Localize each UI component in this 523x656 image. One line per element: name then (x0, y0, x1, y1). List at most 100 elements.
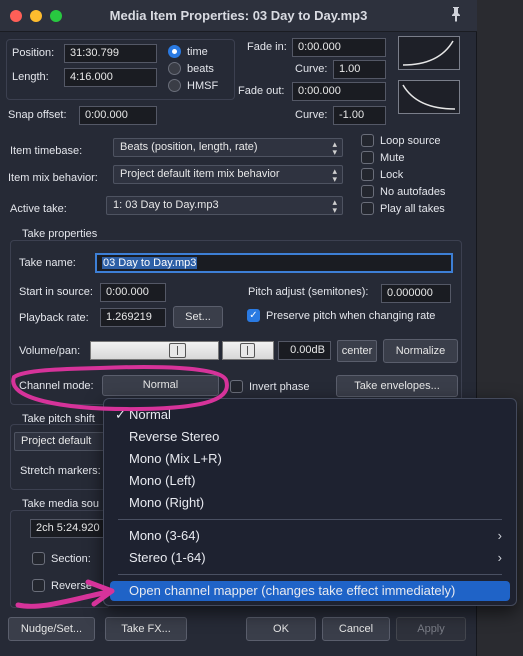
fade-out-curve-label: Curve: (295, 109, 328, 121)
active-take-label: Active take: (10, 203, 67, 215)
updown-arrows-icon: ▴ ▾ (332, 197, 337, 215)
pin-icon[interactable] (449, 6, 463, 26)
media-source-field[interactable]: 2ch 5:24.920 : (30, 519, 105, 538)
loop-source-checkbox[interactable] (361, 134, 374, 147)
menu-item-mono-mix[interactable]: Mono (Mix L+R) (110, 449, 510, 469)
fade-out-shape-button[interactable] (398, 80, 460, 114)
title-bar: Media Item Properties: 03 Day to Day.mp3 (0, 0, 477, 32)
menu-separator (118, 519, 502, 520)
play-all-takes-checkbox[interactable] (361, 202, 374, 215)
item-timebase-label: Item timebase: (10, 145, 83, 157)
item-timebase-value: Beats (position, length, rate) (120, 141, 258, 153)
section-label: Section: (51, 553, 91, 565)
snap-offset-field[interactable]: 0:00.000 (79, 106, 157, 125)
invert-phase-label: Invert phase (249, 381, 310, 393)
ok-button[interactable]: OK (246, 617, 316, 641)
invert-phase-checkbox[interactable] (230, 380, 243, 393)
menu-item-reverse-stereo[interactable]: Reverse Stereo (110, 427, 510, 447)
time-radio-label: time (187, 46, 208, 58)
no-autofades-checkbox[interactable] (361, 185, 374, 198)
cancel-button[interactable]: Cancel (322, 617, 390, 641)
reverse-checkbox[interactable] (32, 579, 45, 592)
volume-pan-label: Volume/pan: (19, 345, 81, 357)
beats-radio[interactable] (168, 62, 181, 75)
menu-item-open-channel-mapper[interactable]: Open channel mapper (changes take effect… (110, 581, 510, 601)
apply-button[interactable]: Apply (396, 617, 466, 641)
menu-item-stereo-1-64[interactable]: Stereo (1-64) › (110, 548, 510, 568)
channel-mode-button[interactable]: Normal (102, 375, 219, 396)
hmsf-radio-label: HMSF (187, 80, 219, 92)
snap-offset-label: Snap offset: (8, 109, 67, 121)
pitch-shift-mode-select[interactable]: Project default (14, 432, 106, 451)
fade-in-field[interactable]: 0:00.000 (292, 38, 386, 57)
volume-db-field[interactable]: 0.00dB (278, 341, 331, 360)
take-name-value: 03 Day to Day.mp3 (102, 257, 198, 269)
volume-slider[interactable] (90, 341, 219, 360)
menu-item-mono-right[interactable]: Mono (Right) (110, 493, 510, 513)
submenu-chevron-icon: › (497, 550, 502, 565)
set-rate-button[interactable]: Set... (173, 306, 223, 328)
preserve-pitch-label: Preserve pitch when changing rate (266, 310, 436, 322)
fade-out-field[interactable]: 0:00.000 (292, 82, 386, 101)
no-autofades-label: No autofades (380, 186, 446, 198)
fade-in-curve-label: Curve: (295, 63, 328, 75)
position-field[interactable]: 31:30.799 (64, 44, 157, 63)
item-mix-behavior-label: Item mix behavior: (8, 172, 98, 184)
fade-in-label: Fade in: (247, 41, 287, 53)
take-name-field[interactable]: 03 Day to Day.mp3 (95, 253, 453, 273)
window-title: Media Item Properties: 03 Day to Day.mp3 (109, 8, 368, 23)
item-mix-behavior-select[interactable]: Project default item mix behavior ▴ ▾ (113, 165, 343, 184)
submenu-chevron-icon: › (497, 528, 502, 543)
take-envelopes-button[interactable]: Take envelopes... (336, 375, 458, 397)
active-take-value: 1: 03 Day to Day.mp3 (113, 199, 219, 211)
channel-mode-label: Channel mode: (19, 380, 94, 392)
take-properties-heading: Take properties (22, 228, 98, 240)
pitch-adjust-label: Pitch adjust (semitones): (248, 286, 369, 298)
pan-center-field[interactable]: center (337, 340, 377, 362)
menu-item-mono-3-64[interactable]: Mono (3-64) › (110, 526, 510, 546)
menu-item-reverse-stereo-label: Reverse Stereo (129, 429, 220, 444)
pan-slider-thumb[interactable] (240, 343, 255, 358)
updown-arrows-icon: ▴ ▾ (332, 166, 337, 184)
position-label: Position: (12, 47, 55, 59)
pitch-adjust-field[interactable]: 0.000000 (381, 284, 451, 303)
fade-out-label: Fade out: (238, 85, 285, 97)
reverse-label: Reverse (51, 580, 92, 592)
hmsf-radio[interactable] (168, 79, 181, 92)
take-fx-button[interactable]: Take FX... (105, 617, 187, 641)
nudge-set-button[interactable]: Nudge/Set... (8, 617, 95, 641)
pan-slider[interactable] (222, 341, 274, 360)
play-all-takes-label: Play all takes (380, 203, 445, 215)
menu-item-mono-left-label: Mono (Left) (129, 473, 196, 488)
section-checkbox[interactable] (32, 552, 45, 565)
take-name-label: Take name: (19, 257, 76, 269)
menu-item-normal-label: Normal (129, 407, 171, 422)
length-field[interactable]: 4:16.000 (64, 68, 157, 87)
active-take-select[interactable]: 1: 03 Day to Day.mp3 ▴ ▾ (106, 196, 343, 215)
length-label: Length: (12, 71, 49, 83)
menu-item-mono-mix-label: Mono (Mix L+R) (129, 451, 222, 466)
fade-in-shape-button[interactable] (398, 36, 460, 70)
menu-item-normal[interactable]: ✓ Normal (110, 405, 510, 425)
take-media-source-heading: Take media sou (22, 498, 100, 510)
item-timebase-select[interactable]: Beats (position, length, rate) ▴ ▾ (113, 138, 343, 157)
channel-mode-menu: ✓ Normal Reverse Stereo Mono (Mix L+R) M… (103, 398, 517, 606)
menu-item-mono-right-label: Mono (Right) (129, 495, 205, 510)
menu-item-mono-3-64-label: Mono (3-64) (129, 528, 200, 543)
lock-checkbox[interactable] (361, 168, 374, 181)
mute-label: Mute (380, 152, 405, 164)
lock-label: Lock (380, 169, 404, 181)
fade-out-curve-field[interactable]: -1.00 (333, 106, 386, 125)
preserve-pitch-checkbox[interactable]: ✓ (247, 309, 260, 322)
start-in-source-label: Start in source: (19, 286, 93, 298)
mute-checkbox[interactable] (361, 151, 374, 164)
fade-in-curve-field[interactable]: 1.00 (333, 60, 386, 79)
stretch-markers-label: Stretch markers: (20, 465, 101, 477)
normalize-button[interactable]: Normalize (383, 339, 458, 363)
playback-rate-label: Playback rate: (19, 312, 89, 324)
start-in-source-field[interactable]: 0:00.000 (100, 283, 166, 302)
volume-slider-thumb[interactable] (169, 343, 186, 358)
playback-rate-field[interactable]: 1.269219 (100, 308, 166, 327)
menu-item-mono-left[interactable]: Mono (Left) (110, 471, 510, 491)
time-radio[interactable] (168, 45, 181, 58)
